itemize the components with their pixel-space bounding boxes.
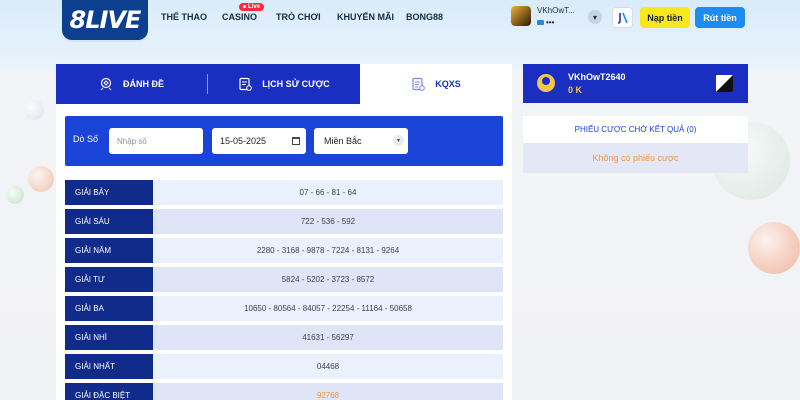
decorative-ball xyxy=(748,222,800,274)
lottery-ticket-icon xyxy=(100,77,112,91)
tab-results[interactable]: KQXS xyxy=(360,64,512,104)
brand-logo[interactable]: 8LIVE xyxy=(62,0,148,40)
theme-toggle-icon[interactable] xyxy=(716,75,733,92)
tab-label: LỊCH SỬ CƯỢC xyxy=(262,79,330,89)
table-row: GIẢI BA 10650 - 80564 - 84057 - 22254 - … xyxy=(65,296,503,321)
app-logo-icon xyxy=(617,12,628,24)
nav-item-bong88[interactable]: BONG88 xyxy=(406,12,443,22)
table-row: GIẢI NHẤT 04468 xyxy=(65,354,503,379)
live-dot-icon xyxy=(243,4,246,8)
app-download-button[interactable] xyxy=(612,7,633,28)
number-search-input[interactable] xyxy=(109,128,203,154)
lottery-tabs: ĐÁNH ĐỀ LỊCH SỬ CƯỢC KQXS xyxy=(56,64,512,104)
decorative-ball xyxy=(24,100,44,120)
profile-username: VKhOwT2640 xyxy=(568,72,626,82)
calendar-icon[interactable] xyxy=(292,137,300,145)
prize-numbers: 2280 - 3168 - 9878 - 7224 - 8131 - 9264 xyxy=(153,238,503,263)
prize-label: GIẢI NHẤT xyxy=(65,354,153,379)
prize-label: GIẢI BẢY xyxy=(65,180,153,205)
chevron-down-icon: ▾ xyxy=(393,135,404,146)
tab-label: ĐÁNH ĐỀ xyxy=(122,79,164,89)
prize-numbers: 722 - 536 - 592 xyxy=(153,209,503,234)
lookup-label: Dò Số xyxy=(73,134,99,144)
prize-numbers: 10650 - 80564 - 84057 - 22254 - 11164 - … xyxy=(153,296,503,321)
decorative-ball xyxy=(28,166,54,192)
prize-numbers: 07 - 66 - 81 - 64 xyxy=(153,180,503,205)
table-row: GIẢI NHÌ 41631 - 56297 xyxy=(65,325,503,350)
table-row: GIẢI BẢY 07 - 66 - 81 - 64 xyxy=(65,180,503,205)
prize-numbers: 5824 - 5202 - 3723 - 8572 xyxy=(153,267,503,292)
profile-bar: VKhOwT2640 0 K xyxy=(523,64,748,103)
pending-bets-title[interactable]: PHIẾU CƯỢC CHỜ KẾT QUẢ (0) xyxy=(523,116,748,143)
wallet-icon xyxy=(537,20,544,25)
region-value: Miền Bắc xyxy=(324,136,362,146)
table-row: GIẢI NĂM 2280 - 3168 - 9878 - 7224 - 813… xyxy=(65,238,503,263)
prize-label: GIẢI TƯ xyxy=(65,267,153,292)
results-table: GIẢI BẢY 07 - 66 - 81 - 64 GIẢI SÁU 722 … xyxy=(65,180,503,400)
live-badge: Live xyxy=(239,3,265,11)
history-receipt-icon xyxy=(239,77,252,91)
decorative-ball xyxy=(6,186,24,204)
number-lookup-bar: Dò Số 15-05-2025 Miền Bắc ▾ xyxy=(65,116,503,166)
tab-bet-history[interactable]: LỊCH SỬ CƯỢC xyxy=(208,64,360,104)
deposit-button[interactable]: Nạp tiền xyxy=(640,7,690,28)
tab-label: KQXS xyxy=(435,79,461,89)
header-username: VKhOwT... xyxy=(537,6,575,15)
account-menu-chevron-icon[interactable]: ▾ xyxy=(588,10,602,24)
prize-label: GIẢI ĐẶC BIỆT xyxy=(65,383,153,400)
withdraw-button[interactable]: Rút tiền xyxy=(695,7,745,28)
profile-balance: 0 K xyxy=(568,85,583,95)
nav-item-casino[interactable]: CASINO xyxy=(222,12,257,22)
header-avatar[interactable] xyxy=(511,6,531,26)
prize-label: GIẢI BA xyxy=(65,296,153,321)
prize-label: GIẢI SÁU xyxy=(65,209,153,234)
header-balance: ••• xyxy=(537,18,554,27)
table-row: GIẢI ĐẶC BIỆT 92768 xyxy=(65,383,503,400)
date-picker[interactable]: 15-05-2025 xyxy=(212,128,306,154)
table-row: GIẢI SÁU 722 - 536 - 592 xyxy=(65,209,503,234)
prize-numbers: 04468 xyxy=(153,354,503,379)
tab-place-bet[interactable]: ĐÁNH ĐỀ xyxy=(56,64,207,104)
top-header: 8LIVE THỂ THAO CASINO Live TRÒ CHƠI KHUY… xyxy=(0,0,800,40)
nav-item-games[interactable]: TRÒ CHƠI xyxy=(276,12,321,22)
table-row: GIẢI TƯ 5824 - 5202 - 3723 - 8572 xyxy=(65,267,503,292)
nav-item-promotions[interactable]: KHUYẾN MÃI xyxy=(337,12,394,22)
date-value: 15-05-2025 xyxy=(220,136,267,146)
region-select[interactable]: Miền Bắc ▾ xyxy=(314,128,408,154)
prize-numbers: 41631 - 56297 xyxy=(153,325,503,350)
user-avatar-icon[interactable] xyxy=(537,74,555,92)
lottery-panel: ĐÁNH ĐỀ LỊCH SỬ CƯỢC KQXS Dò Số 15-05-20… xyxy=(56,64,512,400)
pending-bets-empty: Không có phiếu cược xyxy=(523,143,748,173)
results-list-icon xyxy=(412,77,426,91)
prize-label: GIẢI NHÌ xyxy=(65,325,153,350)
nav-item-sports[interactable]: THỂ THAO xyxy=(161,12,207,22)
prize-label: GIẢI NĂM xyxy=(65,238,153,263)
special-prize-numbers: 92768 xyxy=(153,383,503,400)
